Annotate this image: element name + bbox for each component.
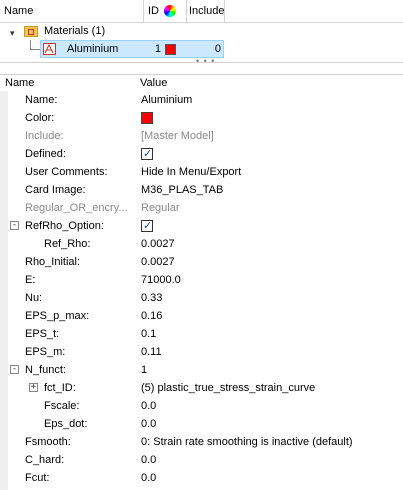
refrho-option-checkbox[interactable] (141, 217, 153, 235)
property-value: Regular (141, 202, 180, 214)
property-row-color[interactable]: Color: (0, 109, 403, 127)
property-row-eps-m[interactable]: EPS_m: 0.11 (0, 343, 403, 361)
property-row-eps-p-max[interactable]: EPS_p_max: 0.16 (0, 307, 403, 325)
property-value[interactable]: 0.0 (141, 469, 156, 487)
property-label: User Comments: (25, 166, 108, 178)
property-value[interactable]: 0.0 (141, 397, 156, 415)
expand-plus-icon[interactable]: + (29, 383, 38, 392)
tree-folder-materials[interactable]: ▾ Materials (1) (0, 23, 403, 40)
property-value[interactable]: 0.16 (141, 307, 162, 325)
tree-header: Name ID Include (0, 0, 403, 23)
property-row-e[interactable]: E: 71000.0 (0, 271, 403, 289)
material-color-swatch[interactable] (165, 44, 176, 55)
defined-checkbox[interactable] (141, 145, 153, 163)
property-label: Ref_Rho: (44, 238, 91, 250)
material-id: 1 (154, 43, 161, 55)
collapse-minus-icon[interactable]: - (10, 221, 19, 230)
property-label: Fscale: (44, 400, 80, 412)
material-name: Aluminium (67, 43, 119, 55)
property-label: EPS_p_max: (25, 310, 90, 322)
property-value[interactable]: M36_PLAS_TAB (141, 181, 223, 199)
property-row-regular-or-encrypted: Regular_OR_encry... Regular (0, 199, 403, 217)
property-label: E: (25, 274, 36, 286)
property-value[interactable]: 71000.0 (141, 271, 181, 289)
property-row-eps-dot[interactable]: Eps_dot: 0.0 (0, 415, 403, 433)
property-row-ref-rho[interactable]: Ref_Rho: 0.0027 (0, 235, 403, 253)
property-row-fcut[interactable]: Fcut: 0.0 (0, 469, 403, 487)
column-header-id[interactable]: ID (144, 0, 187, 22)
property-label: Fcut: (25, 472, 50, 484)
collapse-minus-icon[interactable]: - (10, 365, 19, 374)
entity-tree-panel: Name ID Include ▾ Materials (1) Aluminiu… (0, 0, 403, 66)
collapse-arrow-icon[interactable]: ▾ (10, 25, 15, 42)
property-label: C_hard: (25, 454, 65, 466)
column-header-include[interactable]: Include (187, 0, 225, 22)
property-label: Fsmooth: (25, 436, 71, 448)
grid-header-name: Name (5, 77, 35, 89)
property-label: Card Image: (25, 184, 86, 196)
property-row-card-image[interactable]: Card Image: M36_PLAS_TAB (0, 181, 403, 199)
property-label: fct_ID: (44, 382, 76, 394)
property-row-c-hard[interactable]: C_hard: 0.0 (0, 451, 403, 469)
property-grid: Name Value Name: Aluminium Color: Includ… (0, 74, 403, 490)
property-label: EPS_m: (25, 346, 66, 358)
property-label: Color: (25, 112, 55, 124)
property-value[interactable]: 0.0 (141, 451, 156, 469)
property-label: Defined: (25, 148, 66, 160)
property-label: Name: (25, 94, 58, 106)
property-label: Eps_dot: (44, 418, 88, 430)
property-value[interactable]: 0.0027 (141, 235, 175, 253)
property-value[interactable]: 1 (141, 361, 147, 379)
property-label: Include: (25, 130, 64, 142)
color-wheel-icon (164, 5, 176, 17)
property-value[interactable]: 0.0 (141, 415, 156, 433)
property-value[interactable]: 0.0027 (141, 253, 175, 271)
material-icon (43, 43, 56, 55)
property-label: EPS_t: (25, 328, 60, 340)
property-value[interactable]: 0: Strain rate smoothing is inactive (de… (141, 433, 353, 451)
panel-splitter-handle[interactable]: • • • (196, 56, 215, 66)
grid-header: Name Value (0, 75, 403, 91)
property-value[interactable]: 0.1 (141, 325, 156, 343)
property-value[interactable]: 0.11 (141, 343, 162, 361)
property-row-nu[interactable]: Nu: 0.33 (0, 289, 403, 307)
property-value[interactable]: Hide In Menu/Export (141, 163, 241, 181)
property-value[interactable]: (5) plastic_true_stress_strain_curve (141, 379, 315, 397)
property-row-include: Include: [Master Model] (0, 127, 403, 145)
property-label: RefRho_Option: (25, 220, 104, 232)
property-value: [Master Model] (141, 130, 214, 142)
property-row-user-comments[interactable]: User Comments: Hide In Menu/Export (0, 163, 403, 181)
property-row-fscale[interactable]: Fscale: 0.0 (0, 397, 403, 415)
property-value[interactable]: Aluminium (141, 91, 192, 109)
tree-connector-line (30, 49, 40, 50)
property-row-n-funct[interactable]: - N_funct: 1 (0, 361, 403, 379)
property-row-name[interactable]: Name: Aluminium (0, 91, 403, 109)
property-row-fsmooth[interactable]: Fsmooth: 0: Strain rate smoothing is ina… (0, 433, 403, 451)
property-label: Nu: (25, 292, 43, 304)
color-swatch[interactable] (141, 112, 153, 124)
property-label: Rho_Initial: (25, 256, 81, 268)
property-value[interactable]: 0.33 (141, 289, 162, 307)
grid-header-value: Value (140, 77, 168, 89)
column-header-name[interactable]: Name (0, 0, 144, 22)
folder-label: Materials (1) (44, 25, 106, 37)
property-row-defined[interactable]: Defined: (0, 145, 403, 163)
property-row-eps-t[interactable]: EPS_t: 0.1 (0, 325, 403, 343)
property-row-fct-id[interactable]: + fct_ID: (5) plastic_true_stress_strain… (0, 379, 403, 397)
property-row-rho-initial[interactable]: Rho_Initial: 0.0027 (0, 253, 403, 271)
property-label: N_funct: (25, 364, 66, 376)
property-label: Regular_OR_encry... (25, 202, 128, 214)
materials-folder-icon (24, 26, 38, 37)
property-row-refrho-option[interactable]: - RefRho_Option: (0, 217, 403, 235)
column-header-id-label: ID (148, 5, 159, 17)
